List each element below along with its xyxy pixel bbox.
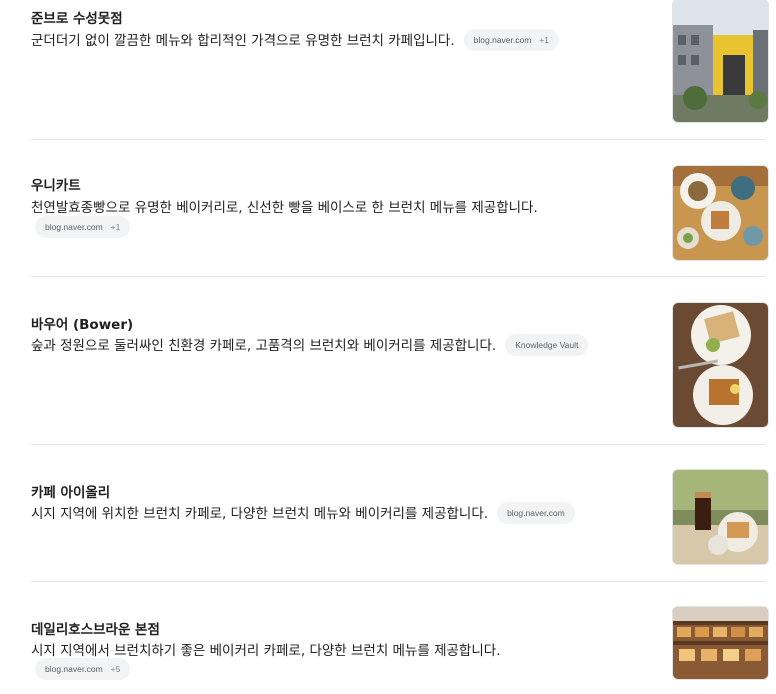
brunch-table-photo-icon	[673, 166, 768, 260]
result-thumbnail[interactable]	[672, 469, 769, 565]
source-label: blog.naver.com	[507, 508, 565, 518]
source-chip[interactable]: blog.naver.com +5	[35, 658, 131, 680]
result-description: 군더더기 없이 깔끔한 메뉴와 합리적인 가격으로 유명한 브런치 카페입니다.…	[31, 29, 560, 52]
source-chip[interactable]: blog.naver.com +1	[463, 29, 560, 51]
iced-coffee-photo-icon	[673, 470, 768, 564]
result-item[interactable]: 바우어 (Bower) 숲과 정원으로 둘러싸인 친환경 카페로, 고품격의 브…	[31, 277, 776, 444]
result-title[interactable]: 바우어 (Bower)	[31, 313, 133, 333]
result-item[interactable]: 데일리호스브라운 본점 시지 지역에서 브런치하기 좋은 베이커리 카페로, 다…	[31, 582, 776, 694]
source-label: blog.naver.com	[45, 664, 103, 674]
result-description-text: 숲과 정원으로 둘러싸인 친환경 카페로, 고품격의 브런치와 베이커리를 제공…	[31, 338, 497, 354]
result-description-text: 시지 지역에 위치한 브런치 카페로, 다양한 브런치 메뉴와 베이커리를 제공…	[31, 506, 489, 522]
result-description: 시지 지역에서 브런치하기 좋은 베이커리 카페로, 다양한 브런치 메뉴를 제…	[31, 643, 501, 659]
source-more-count: +1	[110, 222, 121, 232]
source-chip[interactable]: blog.naver.com	[497, 502, 575, 524]
result-thumbnail[interactable]	[672, 606, 769, 680]
source-more-count: +5	[110, 664, 121, 674]
source-chip[interactable]: Knowledge Vault	[505, 334, 589, 356]
result-item[interactable]: 카페 아이올리 시지 지역에 위치한 브런치 카페로, 다양한 브런치 메뉴와 …	[31, 445, 776, 581]
result-title[interactable]: 카페 아이올리	[31, 481, 110, 501]
result-title[interactable]: 데일리호스브라운 본점	[31, 618, 160, 638]
result-description: 천연발효종빵으로 유명한 베이커리로, 신선한 빵을 베이스로 한 브런치 메뉴…	[31, 200, 538, 216]
source-more-count: +1	[539, 35, 550, 45]
source-label: blog.naver.com	[473, 35, 532, 45]
bakery-display-photo-icon	[673, 607, 768, 679]
result-thumbnail[interactable]	[672, 302, 769, 428]
result-description: 숲과 정원으로 둘러싸인 친환경 카페로, 고품격의 브런치와 베이커리를 제공…	[31, 334, 589, 357]
result-description-text: 군더더기 없이 깔끔한 메뉴와 합리적인 가격으로 유명한 브런치 카페입니다.	[31, 33, 455, 49]
result-title[interactable]: 우니카트	[31, 174, 81, 194]
result-thumbnail[interactable]	[672, 165, 769, 261]
source-label: blog.naver.com	[45, 222, 103, 232]
result-item[interactable]: 우니카트 천연발효종빵으로 유명한 베이커리로, 신선한 빵을 베이스로 한 브…	[31, 140, 776, 276]
source-label: Knowledge Vault	[515, 340, 579, 350]
building-exterior-photo-icon	[673, 0, 768, 122]
result-title[interactable]: 준브로 수성못점	[31, 7, 123, 27]
result-item[interactable]: 준브로 수성못점 군더더기 없이 깔끔한 메뉴와 합리적인 가격으로 유명한 브…	[31, 0, 776, 130]
source-chip[interactable]: blog.naver.com +1	[35, 216, 131, 238]
result-thumbnail[interactable]	[672, 0, 769, 123]
brunch-plates-photo-icon	[673, 303, 768, 427]
result-description: 시지 지역에 위치한 브런치 카페로, 다양한 브런치 메뉴와 베이커리를 제공…	[31, 502, 575, 525]
